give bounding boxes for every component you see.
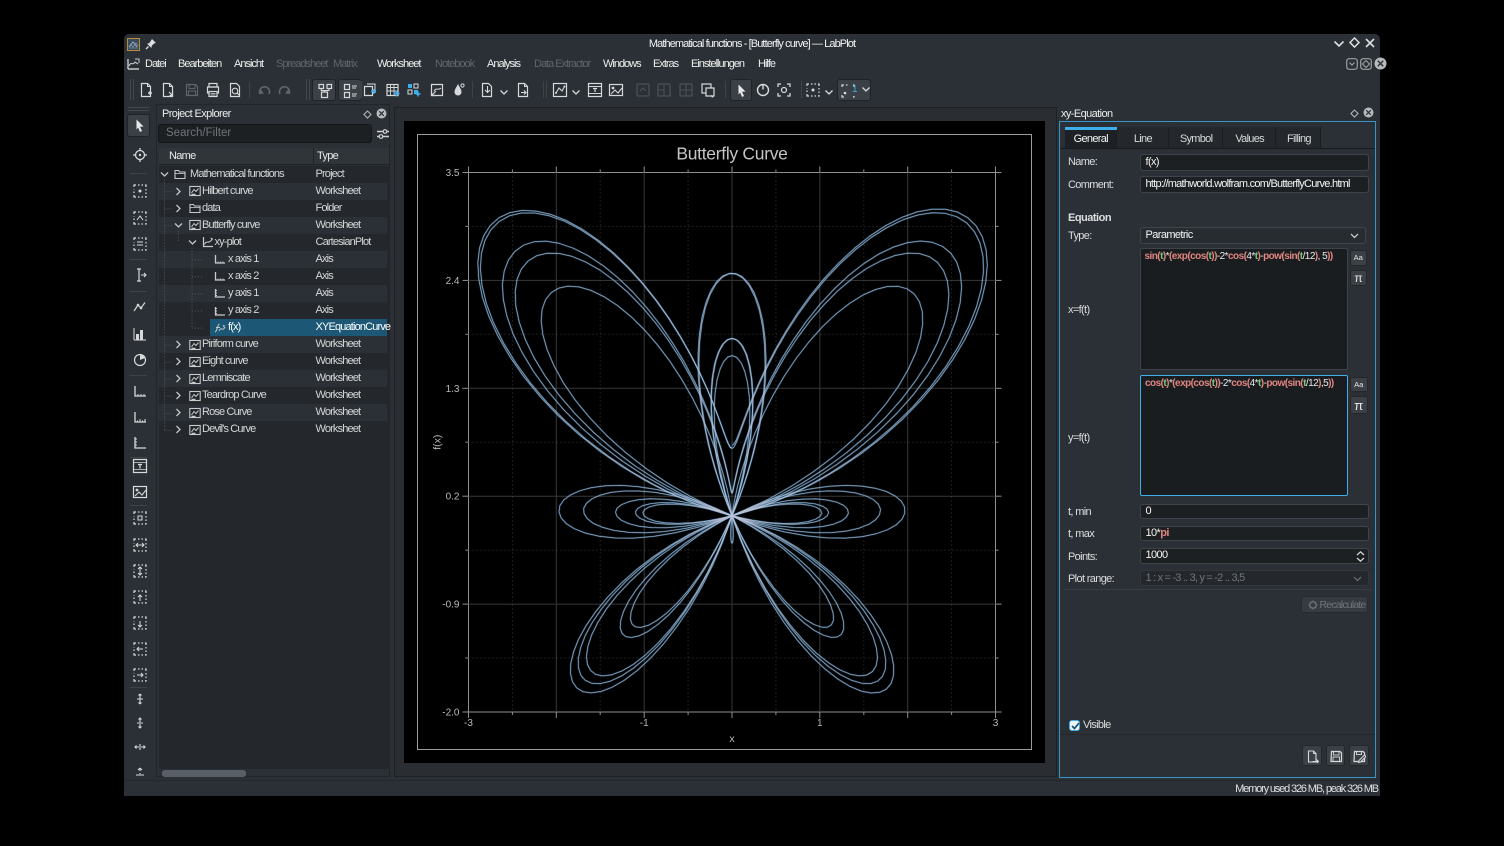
svg-text:x: x [729, 733, 735, 745]
svg-text:-1: -1 [640, 718, 649, 729]
svg-text:3.5: 3.5 [446, 168, 460, 179]
svg-text:2.4: 2.4 [446, 276, 460, 287]
svg-text:1: 1 [817, 718, 823, 729]
svg-text:Butterfly Curve: Butterfly Curve [676, 144, 787, 164]
svg-text:f(x): f(x) [432, 435, 444, 450]
svg-text:1.3: 1.3 [446, 384, 460, 395]
svg-text:0.2: 0.2 [446, 492, 460, 503]
svg-text:-0.9: -0.9 [442, 600, 460, 611]
svg-text:3: 3 [993, 718, 999, 729]
svg-text:-2.0: -2.0 [442, 708, 460, 719]
svg-text:-3: -3 [464, 718, 473, 729]
